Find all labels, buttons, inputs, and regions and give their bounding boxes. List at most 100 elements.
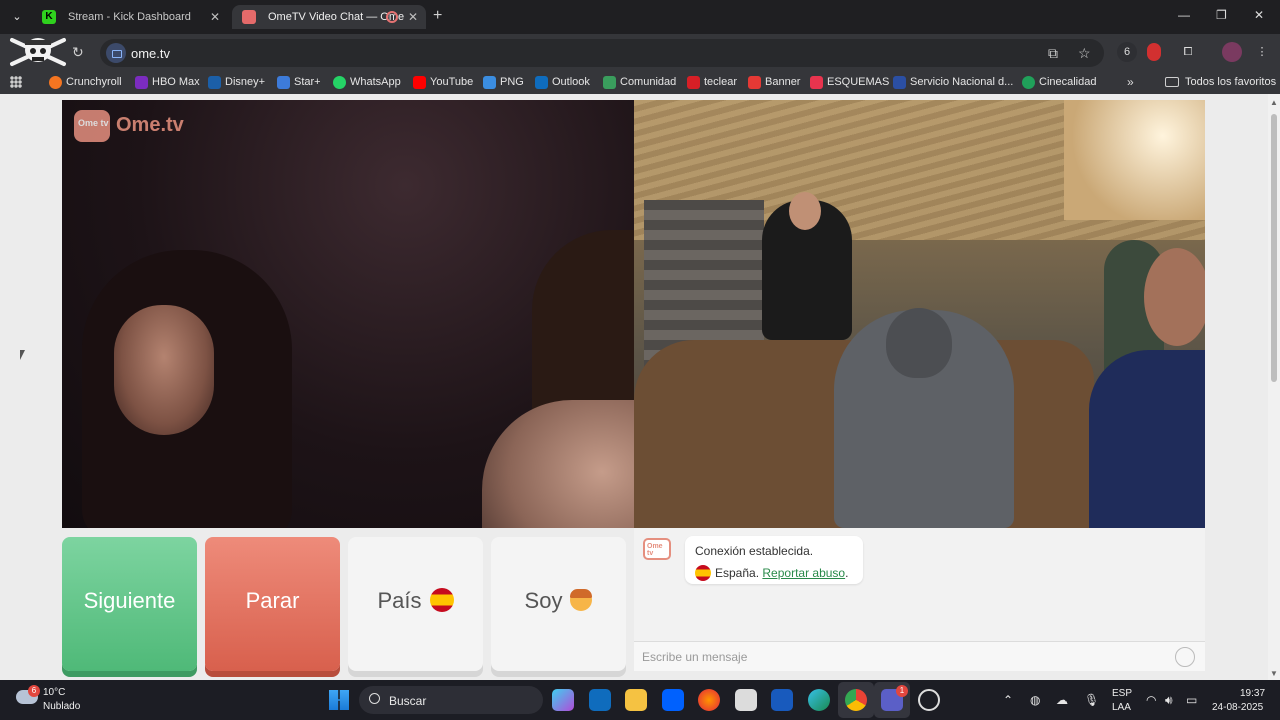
emoji-smile-icon[interactable] xyxy=(1175,647,1195,667)
cast-icon[interactable]: ⧉ xyxy=(1048,45,1058,62)
bookmark-teclear[interactable]: teclear xyxy=(687,76,738,89)
esquemas-icon xyxy=(810,76,823,89)
scroll-up-icon[interactable]: ▲ xyxy=(1270,98,1278,107)
clock-time[interactable]: 19:37 xyxy=(1240,688,1265,699)
bookmark-label: teclear xyxy=(704,76,738,88)
chrome-icon[interactable] xyxy=(845,689,867,711)
bookmark-outlook[interactable]: Outlook xyxy=(535,76,590,89)
windows-taskbar: 6 10°C Nublado Buscar 1 ⌃ ◍ ☁ 🎙︎ ESP LAA… xyxy=(0,680,1280,720)
tray-app-icon[interactable]: ◍ xyxy=(1030,693,1040,707)
camera-permission-icon[interactable] xyxy=(106,43,126,63)
page-scrollbar[interactable]: ▲ ▼ xyxy=(1268,94,1280,680)
bookmark-label: Servicio Nacional d... xyxy=(910,76,1014,88)
bookmark-crunchyroll[interactable]: Crunchyroll xyxy=(49,76,122,89)
volume-icon[interactable]: 🔊︎ xyxy=(1165,693,1173,708)
bookmark-banner[interactable]: Banner xyxy=(748,76,800,89)
report-suffix: . xyxy=(845,566,849,580)
scroll-thumb[interactable] xyxy=(1271,114,1277,382)
tab-kick-dashboard[interactable]: K Stream - Kick Dashboard ✕ xyxy=(32,5,228,29)
ometv-page: Ome tv Ome.tv Siguiente Parar País Soy O… xyxy=(0,94,1268,680)
ometv-logo-text: Ome.tv xyxy=(116,114,184,136)
video-face xyxy=(1144,248,1205,346)
close-icon[interactable]: ✕ xyxy=(408,5,418,29)
bookmark-star-plus[interactable]: Star+ xyxy=(277,76,321,89)
microphone-icon[interactable]: 🎙︎ xyxy=(1084,693,1099,707)
stop-button[interactable]: Parar xyxy=(205,537,340,671)
extensions-puzzle-icon[interactable]: ⧠ xyxy=(1178,42,1198,62)
bookmark-disney[interactable]: Disney+ xyxy=(208,76,266,89)
whatsapp-icon xyxy=(333,76,346,89)
copilot-icon[interactable] xyxy=(552,689,574,711)
bookmark-label: WhatsApp xyxy=(350,76,401,88)
tab-ometv[interactable]: OmeTV Video Chat — Ome ✕ xyxy=(232,5,426,29)
weather-condition[interactable]: Nublado xyxy=(43,701,80,712)
dropbox-icon[interactable] xyxy=(662,689,684,711)
obs-icon[interactable] xyxy=(918,689,940,711)
spain-flag-icon xyxy=(429,588,454,612)
ometv-badge-text: Ome tv xyxy=(647,543,663,557)
message-input[interactable] xyxy=(642,647,1162,667)
bookmark-star-icon[interactable]: ☆ xyxy=(1078,45,1091,62)
tab-strip: ⌄ K Stream - Kick Dashboard ✕ OmeTV Vide… xyxy=(0,0,1280,34)
gender-button[interactable]: Soy xyxy=(491,537,626,671)
report-abuse-link[interactable]: Reportar abuso xyxy=(762,566,845,580)
temperature[interactable]: 10°C xyxy=(43,687,65,698)
close-icon[interactable]: ✕ xyxy=(210,5,220,29)
bookmark-whatsapp[interactable]: WhatsApp xyxy=(333,76,401,89)
wifi-icon[interactable]: ◠ xyxy=(1146,693,1156,707)
bookmark-comunidad[interactable]: Comunidad xyxy=(603,76,676,89)
maximize-button[interactable]: ❐ xyxy=(1216,8,1227,22)
bookmark-cinecalidad[interactable]: Cinecalidad xyxy=(1022,76,1096,89)
shield-extension-icon[interactable] xyxy=(1147,43,1161,61)
reload-icon[interactable]: ↻ xyxy=(72,44,84,61)
onedrive-icon[interactable]: ☁ xyxy=(1056,693,1068,707)
folder-icon xyxy=(1165,77,1179,87)
scroll-down-icon[interactable]: ▼ xyxy=(1270,669,1278,678)
close-window-button[interactable]: ✕ xyxy=(1254,8,1264,22)
chevron-up-icon[interactable]: ⌃ xyxy=(1003,693,1013,707)
more-menu-icon[interactable]: ⋮ xyxy=(1252,42,1272,62)
new-tab-button[interactable]: + xyxy=(433,6,442,26)
more-bookmarks-chevron-icon[interactable]: » xyxy=(1127,75,1134,89)
png-icon xyxy=(483,76,496,89)
jolly-roger-profile-icon[interactable] xyxy=(8,34,68,70)
amazon-icon[interactable] xyxy=(735,689,757,711)
outlook-icon[interactable] xyxy=(589,689,611,711)
battery-icon[interactable]: ▭ xyxy=(1186,693,1197,707)
bookmark-youtube[interactable]: YouTube xyxy=(413,76,473,89)
windows-start-icon[interactable] xyxy=(329,690,349,710)
bookmark-label: Outlook xyxy=(552,76,590,88)
file-explorer-icon[interactable] xyxy=(625,689,647,711)
avatar[interactable] xyxy=(1222,42,1242,62)
self-video xyxy=(634,100,1205,528)
boy-emoji-icon xyxy=(570,589,593,611)
video-face xyxy=(114,305,214,435)
address-bar[interactable]: ome.tv ⧉ ☆ xyxy=(100,39,1104,67)
language-indicator[interactable]: ESP xyxy=(1112,688,1132,699)
edge-icon[interactable] xyxy=(808,689,830,711)
bookmark-servicio-nacional[interactable]: Servicio Nacional d... xyxy=(893,76,1014,89)
bookmark-label: Star+ xyxy=(294,76,321,88)
ometv-favicon-icon xyxy=(242,10,256,24)
minimize-button[interactable]: — xyxy=(1178,8,1190,22)
country-filter-button[interactable]: País xyxy=(348,537,483,671)
url-text[interactable]: ome.tv xyxy=(131,46,170,61)
bookmark-label: ESQUEMAS xyxy=(827,76,890,88)
bookmark-esquemas[interactable]: ESQUEMAS xyxy=(810,76,890,89)
next-button[interactable]: Siguiente xyxy=(62,537,197,671)
bookmark-png[interactable]: PNG xyxy=(483,76,524,89)
all-bookmarks-button[interactable]: Todos los favoritos xyxy=(1165,76,1276,88)
bookmark-label: Disney+ xyxy=(225,76,266,88)
word-icon[interactable] xyxy=(771,689,793,711)
bookmark-hbo-max[interactable]: HBO Max xyxy=(135,76,200,89)
taskbar-search[interactable]: Buscar xyxy=(359,686,543,714)
system-message: Conexión establecida. España. Reportar a… xyxy=(685,536,863,584)
apps-grid-icon[interactable] xyxy=(10,76,22,88)
firefox-icon[interactable] xyxy=(698,689,720,711)
tab-search-chevron-icon[interactable]: ⌄ xyxy=(6,6,28,28)
clock-date[interactable]: 24-08-2025 xyxy=(1212,702,1263,713)
bookmarks-bar: Crunchyroll HBO Max Disney+ Star+ WhatsA… xyxy=(0,72,1280,94)
country-name: España. xyxy=(715,566,760,580)
extension-badge-icon[interactable]: 6 xyxy=(1117,42,1137,62)
keyboard-layout[interactable]: LAA xyxy=(1112,702,1131,713)
